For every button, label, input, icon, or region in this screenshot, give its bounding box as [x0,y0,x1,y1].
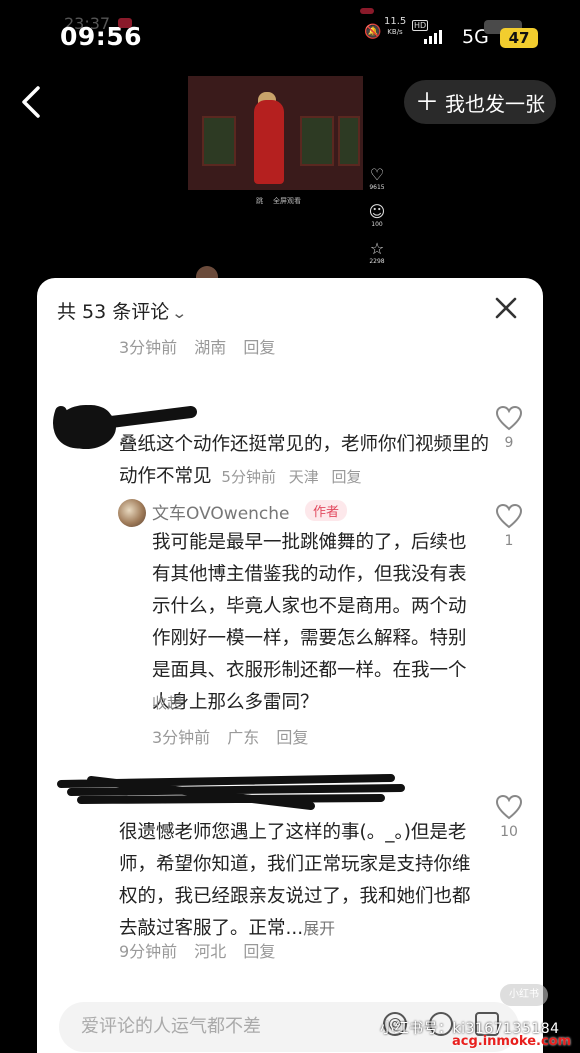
avatar[interactable] [118,499,146,527]
battery-indicator: 47 [500,28,538,48]
chevron-down-icon: ⌄ [171,304,188,322]
video-fullscreen[interactable]: 全屏观看 [273,196,301,206]
back-button[interactable] [14,82,50,122]
video-figure [254,100,284,184]
comment-meta: 9分钟前 河北 回复 [119,938,287,962]
video-sub-left[interactable]: 跳 [256,196,263,206]
heart-icon [495,405,523,431]
like-count: 1 [504,533,514,549]
video-stars: 2298 [369,258,385,265]
comment-time: 3分钟前 [119,338,178,357]
chevron-left-icon [22,86,40,118]
net-speed: 11.5 KB/s [384,16,407,37]
redaction-scribble [57,774,405,810]
top-indicator-icon [360,8,374,14]
comment-count[interactable]: 共 53 条评论 ⌄ [57,297,188,324]
post-too-button[interactable]: ＋ 我也发一张 [404,80,556,124]
collapse-button[interactable]: 收起 [152,692,182,713]
comment-time: 5分钟前 [221,468,276,486]
like-count: 9 [504,435,514,451]
comment-like[interactable]: 1 [494,503,524,549]
heart-icon[interactable]: ♡ [366,166,388,184]
comment-like[interactable]: 10 [494,794,524,840]
comment-region: 天津 [288,468,319,486]
status-bar: 23:37 09:56 🔕 11.5 KB/s HD 5G 47 [0,0,580,62]
plus-icon: ＋ [415,88,439,116]
heart-icon [495,794,523,820]
reply-button[interactable]: 回复 [332,468,362,486]
reply-button[interactable]: 回复 [276,728,308,747]
signal-icon [424,30,442,44]
watermark-pill: 小红书 [500,984,548,1006]
post-too-label: 我也发一张 [445,91,545,116]
watermark-site: acg.inmoke.com [452,1034,572,1049]
comment-time: 3分钟前 [152,728,211,747]
video-side-actions: ♡ 9615 ☺ 100 ☆ 2298 [366,166,388,277]
video-likes: 9615 [369,184,385,191]
partial-comment-meta: 3分钟前 湖南 回复 [119,334,287,358]
comment-icon[interactable]: ☺ [366,203,388,221]
video-subbar: 跳 全屏观看 [256,196,301,206]
comment-body: 叠纸这个动作还挺常见的，老师你们视频里的动作不常见 5分钟前 天津 回复 [119,434,490,487]
comment-region: 湖南 [194,338,227,357]
video-panel [300,116,334,166]
close-icon[interactable] [493,295,519,321]
reply-body: 我可能是最早一批跳傩舞的了，后续也有其他博主借鉴我的动作，但我没有表示什么，毕竟… [152,532,467,713]
comments-header: 共 53 条评论 ⌄ [37,278,543,338]
heart-icon [495,503,523,529]
expand-button[interactable]: 展开 [303,919,335,938]
video-panel [338,116,360,166]
author-badge: 作者 [305,500,348,521]
comment-time: 9分钟前 [119,942,178,961]
comment-body: 很遗憾老师您遇上了这样的事(。_。)但是老师，希望你知道，我们正常玩家是支持你维… [119,822,471,939]
comment-meta: 5分钟前 天津 回复 [221,468,369,486]
like-count: 10 [500,824,518,840]
reply-button[interactable]: 回复 [243,338,275,357]
reply-button[interactable]: 回复 [243,942,275,961]
reply-author[interactable]: 文车OVOwenche [152,499,290,524]
record-indicator-icon [118,18,132,28]
star-icon[interactable]: ☆ [366,240,388,258]
comment-region: 广东 [227,728,260,747]
comments-sheet: 共 53 条评论 ⌄ 3分钟前 湖南 回复 叠纸这个动作还挺常见的，老师你们视频里… [37,278,543,1053]
video-thumbnail[interactable] [188,76,363,190]
video-comments: 100 [371,221,383,228]
video-panel [202,116,236,166]
reply-meta: 3分钟前 广东 回复 [152,724,320,748]
comment-like[interactable]: 9 [494,405,524,451]
comment-region: 河北 [194,942,227,961]
mute-bell-icon: 🔕 [364,24,382,40]
